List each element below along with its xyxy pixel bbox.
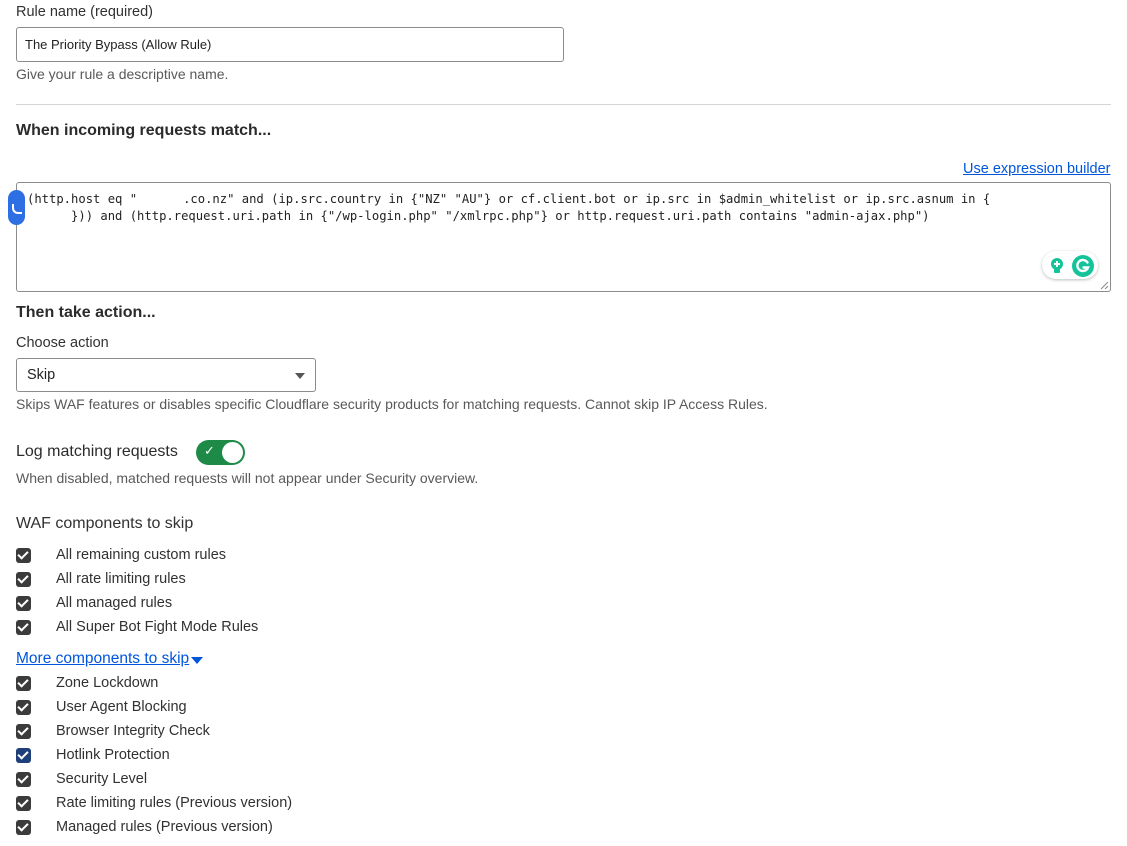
rule-name-input[interactable]: [16, 27, 564, 62]
chevron-down-icon: [295, 373, 305, 379]
checkbox-label: Rate limiting rules (Previous version): [56, 795, 293, 811]
log-requests-toggle[interactable]: ✓: [196, 440, 245, 465]
text-cursor-marker-icon[interactable]: [8, 190, 25, 225]
resize-handle-icon[interactable]: [1099, 280, 1109, 290]
checkbox[interactable]: [16, 699, 31, 715]
checkbox[interactable]: [16, 675, 31, 691]
waf-heading: WAF components to skip: [16, 515, 194, 532]
checkbox-label: All remaining custom rules: [56, 547, 227, 563]
redacted-text: [137, 193, 184, 206]
rule-name-label: Rule name (required): [16, 4, 154, 20]
checkbox-row[interactable]: Hotlink Protection: [16, 745, 170, 765]
more-components-label: More components to skip: [16, 650, 190, 667]
log-requests-label: Log matching requests: [16, 443, 178, 460]
checkbox[interactable]: [16, 747, 31, 763]
checkbox-row[interactable]: All Super Bot Fight Mode Rules: [16, 617, 258, 637]
action-help: Skips WAF features or disables specific …: [16, 396, 768, 412]
action-heading: Then take action...: [16, 304, 156, 321]
checkbox[interactable]: [16, 819, 31, 835]
checkbox-row[interactable]: Zone Lockdown: [16, 673, 158, 693]
checkbox-label: Browser Integrity Check: [56, 723, 210, 739]
checkbox[interactable]: [16, 547, 31, 563]
checkbox-label: Security Level: [56, 771, 148, 787]
check-icon: ✓: [204, 444, 215, 459]
expression-line-1-start: (http.host eq ": [27, 192, 138, 206]
checkbox-label: Zone Lockdown: [56, 675, 159, 691]
checkbox-row[interactable]: User Agent Blocking: [16, 697, 187, 717]
caret-down-icon: [191, 656, 204, 664]
checkbox-row[interactable]: Rate limiting rules (Previous version): [16, 793, 292, 813]
checkbox[interactable]: [16, 723, 31, 739]
lightbulb-icon[interactable]: [1046, 255, 1068, 277]
action-select-value: Skip: [27, 367, 56, 383]
checkbox-row[interactable]: All rate limiting rules: [16, 569, 186, 589]
checkbox[interactable]: [16, 771, 31, 787]
expression-editor[interactable]: (http.host eq " .co.nz" and (ip.src.count…: [16, 182, 1111, 292]
checkbox[interactable]: [16, 619, 31, 635]
checkbox-label: All Super Bot Fight Mode Rules: [56, 619, 259, 635]
checkbox-label: All rate limiting rules: [56, 571, 186, 587]
checkbox[interactable]: [16, 595, 31, 611]
more-components-link[interactable]: More components to skip: [16, 650, 204, 668]
checkbox-label: Managed rules (Previous version): [56, 819, 273, 835]
expression-line-1-end: .co.nz" and (ip.src.country in {"NZ" "AU…: [183, 192, 991, 206]
rule-name-help: Give your rule a descriptive name.: [16, 66, 229, 82]
toggle-knob: [222, 442, 243, 463]
checkbox-row[interactable]: All remaining custom rules: [16, 545, 226, 565]
log-requests-help: When disabled, matched requests will not…: [16, 470, 479, 486]
checkbox-row[interactable]: Managed rules (Previous version): [16, 817, 273, 837]
checkbox-label: User Agent Blocking: [56, 699, 187, 715]
checkbox-row[interactable]: Browser Integrity Check: [16, 721, 210, 741]
expression-line-2: })) and (http.request.uri.path in {"/wp-…: [27, 209, 930, 223]
match-heading: When incoming requests match...: [16, 122, 272, 139]
grammarly-icon[interactable]: [1071, 254, 1095, 278]
grammarly-widget[interactable]: [1042, 251, 1098, 279]
checkbox-row[interactable]: All managed rules: [16, 593, 172, 613]
checkbox[interactable]: [16, 571, 31, 587]
checkbox-label: All managed rules: [56, 595, 173, 611]
choose-action-label: Choose action: [16, 335, 109, 351]
action-select[interactable]: Skip: [16, 358, 316, 392]
checkbox-label: Hotlink Protection: [56, 747, 170, 763]
checkbox-row[interactable]: Security Level: [16, 769, 147, 789]
expression-text[interactable]: (http.host eq " .co.nz" and (ip.src.count…: [27, 191, 1102, 225]
checkbox[interactable]: [16, 795, 31, 811]
expression-builder-link[interactable]: Use expression builder: [963, 161, 1111, 177]
section-divider: [16, 104, 1111, 105]
